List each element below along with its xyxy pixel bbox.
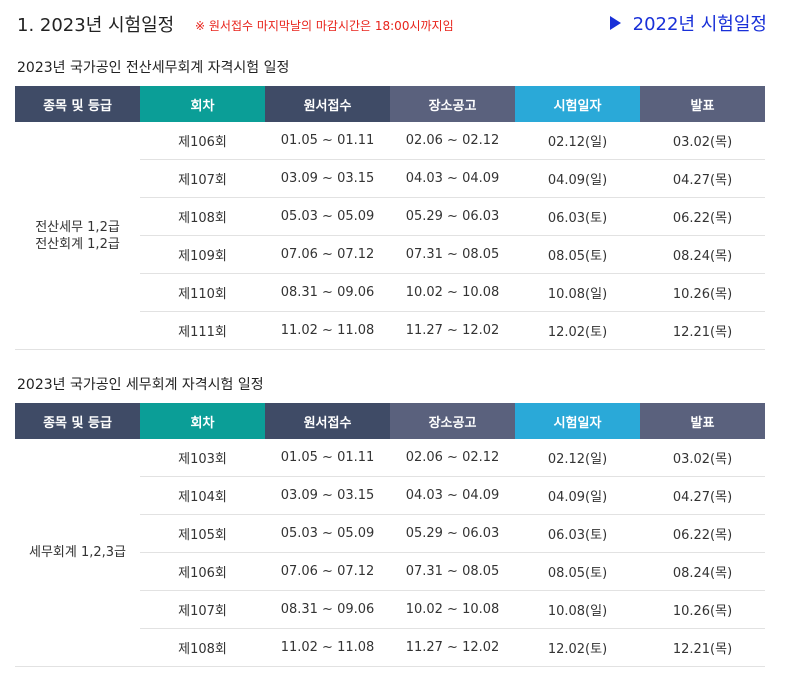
table-header-row: 종목 및 등급 회차 원서접수 장소공고 시험일자 발표 [15, 403, 765, 439]
col-header-round: 회차 [140, 86, 265, 122]
round-cell: 제108회 [140, 628, 265, 667]
result-cell: 08.24(목) [640, 235, 765, 274]
apply-cell: 08.31 ~ 09.06 [265, 273, 390, 312]
result-cell: 03.02(목) [640, 122, 765, 160]
col-header-exam-date: 시험일자 [515, 86, 640, 122]
exam-date-cell: 08.05(토) [515, 235, 640, 274]
apply-cell: 11.02 ~ 11.08 [265, 628, 390, 667]
col-header-grade: 종목 및 등급 [15, 86, 140, 122]
venue-cell: 02.06 ~ 02.12 [390, 122, 515, 160]
venue-cell: 10.02 ~ 10.08 [390, 273, 515, 312]
venue-cell: 04.03 ~ 04.09 [390, 476, 515, 515]
exam-date-cell: 12.02(토) [515, 628, 640, 667]
venue-cell: 11.27 ~ 12.02 [390, 628, 515, 667]
round-cell: 제106회 [140, 552, 265, 591]
apply-cell: 01.05 ~ 01.11 [265, 122, 390, 160]
result-cell: 12.21(목) [640, 311, 765, 350]
col-header-round: 회차 [140, 403, 265, 439]
grade-cell: 전산세무 1,2급 전산회계 1,2급 [15, 122, 140, 350]
result-cell: 08.24(목) [640, 552, 765, 591]
deadline-note: ※ 원서접수 마지막날의 마감시간은 18:00시까지임 [195, 19, 454, 33]
grade-text: 전산세무 1,2급 전산회계 1,2급 [35, 219, 120, 252]
col-header-result: 발표 [640, 403, 765, 439]
result-cell: 10.26(목) [640, 273, 765, 312]
table-row: 세무회계 1,2,3급 제103회 01.05 ~ 01.11 02.06 ~ … [15, 439, 765, 667]
col-header-exam-date: 시험일자 [515, 403, 640, 439]
col-header-apply: 원서접수 [265, 86, 390, 122]
round-cell: 제111회 [140, 311, 265, 350]
exam-date-cell: 04.09(일) [515, 159, 640, 198]
round-cell: 제104회 [140, 476, 265, 515]
result-cell: 03.02(목) [640, 439, 765, 477]
apply-cell: 07.06 ~ 07.12 [265, 235, 390, 274]
col-header-venue: 장소공고 [390, 86, 515, 122]
result-cell: 04.27(목) [640, 476, 765, 515]
venue-cell: 02.06 ~ 02.12 [390, 439, 515, 477]
col-header-venue: 장소공고 [390, 403, 515, 439]
exam-date-cell: 06.03(토) [515, 197, 640, 236]
round-cell: 제106회 [140, 122, 265, 160]
section-title-tax-accounting: 2023년 국가공인 세무회계 자격시험 일정 [17, 377, 264, 393]
result-cell: 06.22(목) [640, 197, 765, 236]
venue-cell: 10.02 ~ 10.08 [390, 590, 515, 629]
venue-cell: 04.03 ~ 04.09 [390, 159, 515, 198]
exam-date-cell: 08.05(토) [515, 552, 640, 591]
grade-cell: 세무회계 1,2,3급 [15, 439, 140, 667]
result-cell: 12.21(목) [640, 628, 765, 667]
apply-cell: 07.06 ~ 07.12 [265, 552, 390, 591]
page-title: 1. 2023년 시험일정 [17, 15, 175, 36]
schedule-table-tax-accounting: 종목 및 등급 회차 원서접수 장소공고 시험일자 발표 세무회계 1,2,3급… [15, 403, 765, 667]
apply-cell: 05.03 ~ 05.09 [265, 197, 390, 236]
round-cell: 제107회 [140, 590, 265, 629]
result-cell: 06.22(목) [640, 514, 765, 553]
page-header: 1. 2023년 시험일정 ※ 원서접수 마지막날의 마감시간은 18:00시까… [17, 8, 777, 38]
round-cell: 제107회 [140, 159, 265, 198]
apply-cell: 03.09 ~ 03.15 [265, 476, 390, 515]
venue-cell: 07.31 ~ 08.05 [390, 552, 515, 591]
exam-date-cell: 06.03(토) [515, 514, 640, 553]
col-header-result: 발표 [640, 86, 765, 122]
round-cell: 제108회 [140, 197, 265, 236]
apply-cell: 01.05 ~ 01.11 [265, 439, 390, 477]
apply-cell: 05.03 ~ 05.09 [265, 514, 390, 553]
exam-date-cell: 04.09(일) [515, 476, 640, 515]
play-triangle-icon [609, 16, 621, 30]
exam-date-cell: 02.12(일) [515, 122, 640, 160]
venue-cell: 07.31 ~ 08.05 [390, 235, 515, 274]
round-cell: 제110회 [140, 273, 265, 312]
table-header-row: 종목 및 등급 회차 원서접수 장소공고 시험일자 발표 [15, 86, 765, 122]
venue-cell: 11.27 ~ 12.02 [390, 311, 515, 350]
exam-date-cell: 02.12(일) [515, 439, 640, 477]
prev-year-schedule-link[interactable]: 2022년 시험일정 [609, 10, 767, 36]
apply-cell: 11.02 ~ 11.08 [265, 311, 390, 350]
schedule-table-computerized: 종목 및 등급 회차 원서접수 장소공고 시험일자 발표 전산세무 1,2급 전… [15, 86, 765, 350]
venue-cell: 05.29 ~ 06.03 [390, 514, 515, 553]
exam-date-cell: 10.08(일) [515, 590, 640, 629]
apply-cell: 08.31 ~ 09.06 [265, 590, 390, 629]
result-cell: 04.27(목) [640, 159, 765, 198]
table-row: 전산세무 1,2급 전산회계 1,2급 제106회 01.05 ~ 01.11 … [15, 122, 765, 350]
col-header-grade: 종목 및 등급 [15, 403, 140, 439]
prev-year-link-label: 2022년 시험일정 [632, 14, 767, 35]
exam-date-cell: 10.08(일) [515, 273, 640, 312]
round-cell: 제109회 [140, 235, 265, 274]
section-title-computerized: 2023년 국가공인 전산세무회계 자격시험 일정 [17, 60, 290, 76]
exam-date-cell: 12.02(토) [515, 311, 640, 350]
apply-cell: 03.09 ~ 03.15 [265, 159, 390, 198]
round-cell: 제105회 [140, 514, 265, 553]
result-cell: 10.26(목) [640, 590, 765, 629]
round-cell: 제103회 [140, 439, 265, 477]
col-header-apply: 원서접수 [265, 403, 390, 439]
venue-cell: 05.29 ~ 06.03 [390, 197, 515, 236]
